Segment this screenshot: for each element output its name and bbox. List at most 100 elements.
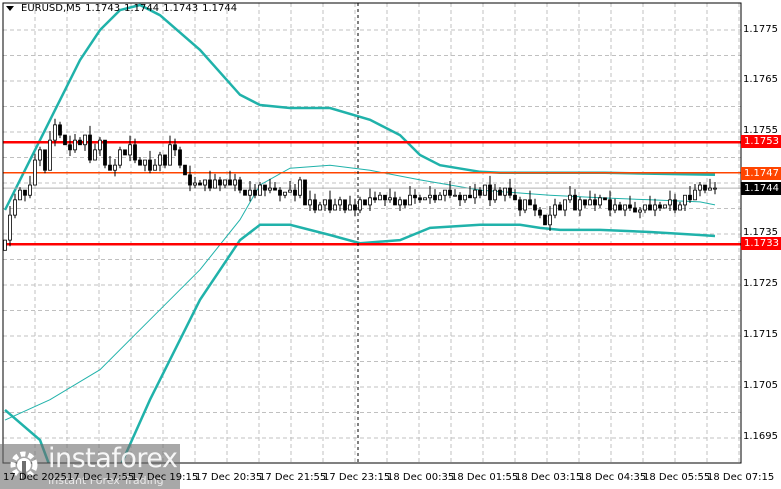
candle-bull — [193, 182, 197, 186]
candle-bull — [408, 194, 412, 206]
candle-bull — [8, 214, 12, 241]
plot-frame — [2, 2, 742, 464]
candle-bear — [88, 134, 92, 161]
time-label: 17 Dec 20:35 — [195, 472, 263, 483]
candle-bull — [308, 199, 312, 206]
candle-bear — [418, 197, 422, 201]
candle-bear — [413, 194, 417, 199]
price-label: 1.1775 — [743, 24, 778, 35]
time-label: 18 Dec 04:35 — [579, 472, 647, 483]
ohlc-close: 1.1744 — [202, 3, 238, 14]
candle-bear — [658, 204, 662, 209]
candle-bear — [433, 194, 437, 201]
candle-bull — [73, 139, 77, 151]
candle-bear — [488, 184, 492, 201]
candle-bull — [158, 154, 162, 166]
candle-bear — [603, 197, 607, 201]
candle-bull — [268, 187, 272, 191]
candle-bull — [38, 149, 42, 161]
time-label: 17 Dec 2025 — [3, 472, 67, 483]
price-label: 1.1695 — [743, 431, 778, 442]
candle-bull — [653, 204, 657, 211]
candle-bear — [238, 179, 242, 191]
candle-bull — [588, 199, 592, 206]
candle-bull — [223, 179, 227, 186]
level-tag-upper: 1.1753 — [741, 135, 781, 148]
candle-bull — [548, 214, 552, 226]
candle-bear — [373, 197, 377, 201]
candle-bull — [143, 159, 147, 166]
candle-bear — [558, 204, 562, 211]
candle-bear — [208, 179, 212, 189]
candle-bear — [278, 189, 282, 196]
time-label: 17 Dec 19:15 — [131, 472, 199, 483]
candle-bear — [633, 207, 637, 213]
candle-bull — [663, 204, 667, 209]
candle-bear — [543, 214, 547, 226]
candle-bear — [498, 189, 502, 196]
collapse-triangle-icon[interactable] — [6, 6, 14, 11]
candle-bull — [248, 189, 252, 196]
candle-bull — [693, 189, 697, 201]
candle-bull — [428, 194, 432, 199]
candle-bull — [713, 187, 717, 190]
candle-bull — [678, 204, 682, 211]
candle-bear — [253, 189, 257, 196]
candle-bull — [368, 197, 372, 206]
candle-bear — [648, 204, 652, 211]
candle-bull — [338, 199, 342, 206]
candle-bull — [333, 204, 337, 211]
candle-bull — [168, 144, 172, 166]
candle-bear — [173, 144, 177, 151]
candle-bull — [128, 144, 132, 156]
candle-bull — [483, 184, 487, 196]
candle-bull — [523, 199, 527, 211]
candle-bear — [608, 199, 612, 211]
candle-bear — [23, 189, 27, 196]
candle-bull — [643, 204, 647, 211]
candle-bull — [453, 194, 457, 197]
candle-bull — [233, 179, 237, 186]
candle-bear — [228, 179, 232, 186]
band-upper — [3, 3, 716, 211]
grid — [3, 3, 741, 463]
candle-bear — [123, 149, 127, 156]
candle-bear — [703, 184, 707, 191]
candle-bear — [353, 204, 357, 211]
candle-bull — [323, 199, 327, 206]
candle-bear — [313, 199, 317, 211]
candle-bull — [118, 149, 122, 166]
candle-bear — [263, 184, 267, 191]
candle-bull — [708, 187, 712, 191]
candle-bear — [688, 194, 692, 201]
candle-bear — [63, 134, 67, 146]
candle-bull — [598, 197, 602, 206]
candle-bear — [273, 187, 277, 191]
time-label: 17 Dec 23:15 — [323, 472, 391, 483]
time-label: 18 Dec 01:55 — [451, 472, 519, 483]
band-lower — [120, 223, 716, 464]
candle-bull — [18, 189, 22, 201]
ohlc-open: 1.1743 — [85, 3, 121, 14]
candle-bear — [513, 194, 517, 201]
price-chart[interactable] — [0, 0, 781, 489]
candle-bull — [613, 204, 617, 211]
candle-bull — [443, 189, 447, 196]
price-label: 1.1715 — [743, 329, 778, 340]
candle-bear — [673, 199, 677, 211]
candle-bull — [33, 159, 37, 186]
candle-bear — [593, 199, 597, 206]
candle-bull — [348, 204, 352, 211]
candle-bull — [463, 194, 467, 201]
candle-bull — [698, 184, 702, 191]
candle-bull — [288, 189, 292, 193]
candle-bull — [3, 239, 7, 251]
ohlc-low: 1.1743 — [163, 3, 199, 14]
candle-bear — [178, 149, 182, 166]
candle-bear — [218, 179, 222, 186]
candle-bear — [163, 154, 167, 166]
candle-bull — [578, 199, 582, 211]
candle-bull — [503, 187, 507, 196]
candle-bull — [438, 194, 442, 201]
level-tag-mid: 1.1747 — [741, 167, 781, 180]
